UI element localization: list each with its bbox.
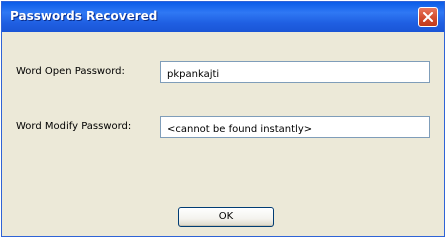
ok-button[interactable]: OK <box>178 207 274 227</box>
word-open-password-input[interactable] <box>161 64 429 85</box>
close-icon <box>423 12 433 22</box>
word-modify-password-field[interactable] <box>160 116 430 140</box>
close-button[interactable] <box>418 7 438 27</box>
dialog-title: Passwords Recovered <box>10 9 158 23</box>
word-open-password-field[interactable] <box>160 61 430 85</box>
word-modify-password-label: Word Modify Password: <box>16 121 132 132</box>
title-bar[interactable]: Passwords Recovered <box>2 2 444 32</box>
word-open-password-label: Word Open Password: <box>16 66 125 77</box>
passwords-recovered-dialog: Passwords Recovered Word Open Password: … <box>1 1 445 237</box>
word-modify-password-input[interactable] <box>161 119 429 140</box>
